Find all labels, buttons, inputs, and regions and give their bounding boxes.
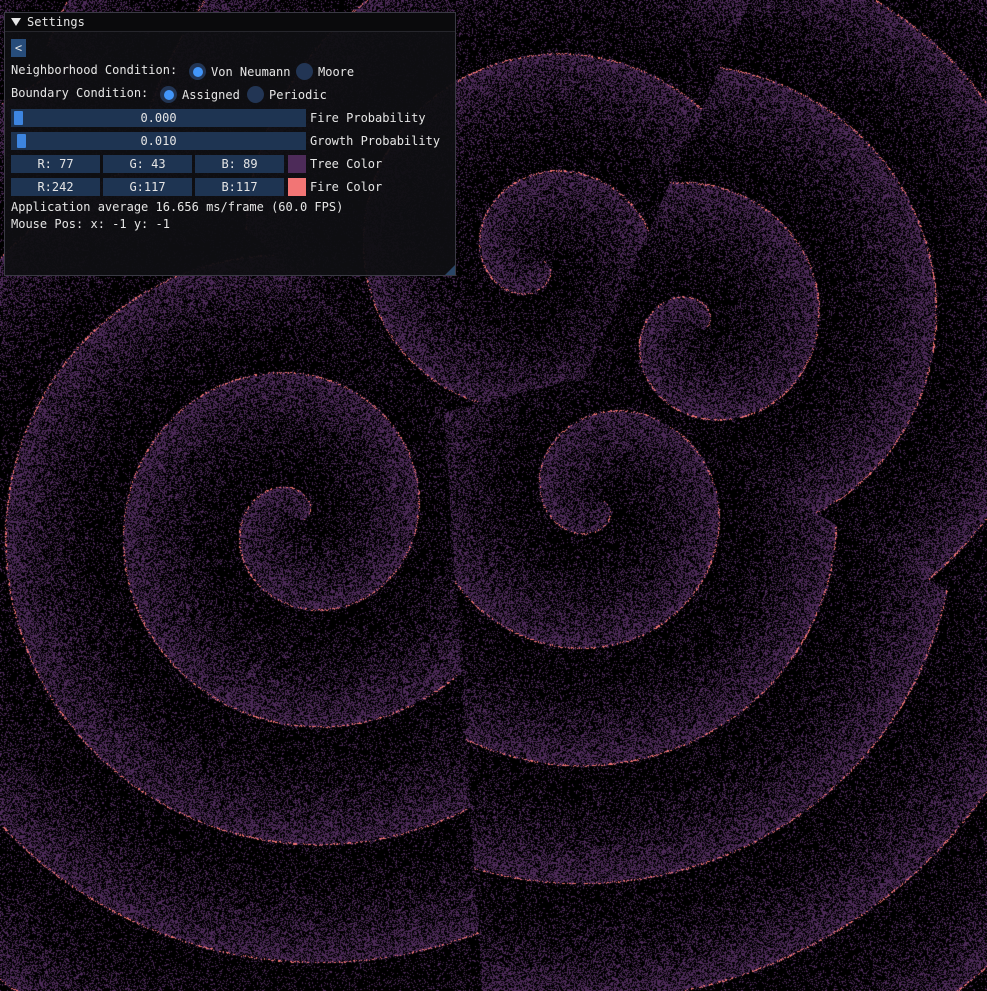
window-title: Settings	[27, 15, 85, 29]
radio-periodic[interactable]: Periodic	[247, 86, 327, 103]
fire-color-r[interactable]: R:242	[11, 178, 100, 196]
radio-moore[interactable]: Moore	[296, 63, 354, 80]
radio-moore-label: Moore	[318, 64, 355, 79]
growth-probability-grab[interactable]	[17, 134, 26, 148]
radio-periodic-label: Periodic	[269, 87, 327, 102]
resize-grip-icon[interactable]	[445, 265, 455, 275]
radio-von-neumann-label: Von Neumann	[211, 64, 291, 79]
radio-moore-indicator[interactable]	[296, 63, 313, 80]
fire-color-label: Fire Color	[310, 180, 383, 194]
fire-color-swatch[interactable]	[288, 178, 306, 196]
growth-probability-slider[interactable]: 0.010	[11, 132, 306, 150]
tree-color-b[interactable]: B: 89	[195, 155, 284, 173]
fire-color-g[interactable]: G:117	[103, 178, 192, 196]
back-button[interactable]: <	[11, 39, 26, 57]
fps-readout: Application average 16.656 ms/frame (60.…	[11, 200, 344, 214]
settings-window[interactable]: Settings < Neighborhood Condition: Von N…	[4, 12, 456, 276]
radio-von-neumann-indicator[interactable]	[189, 63, 206, 80]
mouse-position-readout: Mouse Pos: x: -1 y: -1	[11, 217, 170, 231]
radio-assigned-label: Assigned	[182, 87, 240, 102]
fire-probability-label: Fire Probability	[310, 111, 426, 125]
tree-color-label: Tree Color	[310, 157, 383, 171]
fire-probability-value: 0.000	[140, 111, 177, 125]
radio-periodic-indicator[interactable]	[247, 86, 264, 103]
collapse-triangle-icon[interactable]	[11, 18, 21, 26]
growth-probability-value: 0.010	[140, 134, 177, 148]
neighborhood-label: Neighborhood Condition:	[11, 63, 178, 77]
radio-assigned-indicator[interactable]	[160, 86, 177, 103]
tree-color-r[interactable]: R: 77	[11, 155, 100, 173]
radio-assigned[interactable]: Assigned	[160, 86, 240, 103]
fire-probability-slider[interactable]: 0.000	[11, 109, 306, 127]
radio-von-neumann[interactable]: Von Neumann	[189, 63, 290, 80]
tree-color-g[interactable]: G: 43	[103, 155, 192, 173]
fire-probability-grab[interactable]	[14, 111, 23, 125]
tree-color-swatch[interactable]	[288, 155, 306, 173]
settings-titlebar[interactable]: Settings	[5, 13, 455, 32]
growth-probability-label: Growth Probability	[310, 134, 441, 148]
boundary-label: Boundary Condition:	[11, 86, 149, 100]
fire-color-b[interactable]: B:117	[195, 178, 284, 196]
